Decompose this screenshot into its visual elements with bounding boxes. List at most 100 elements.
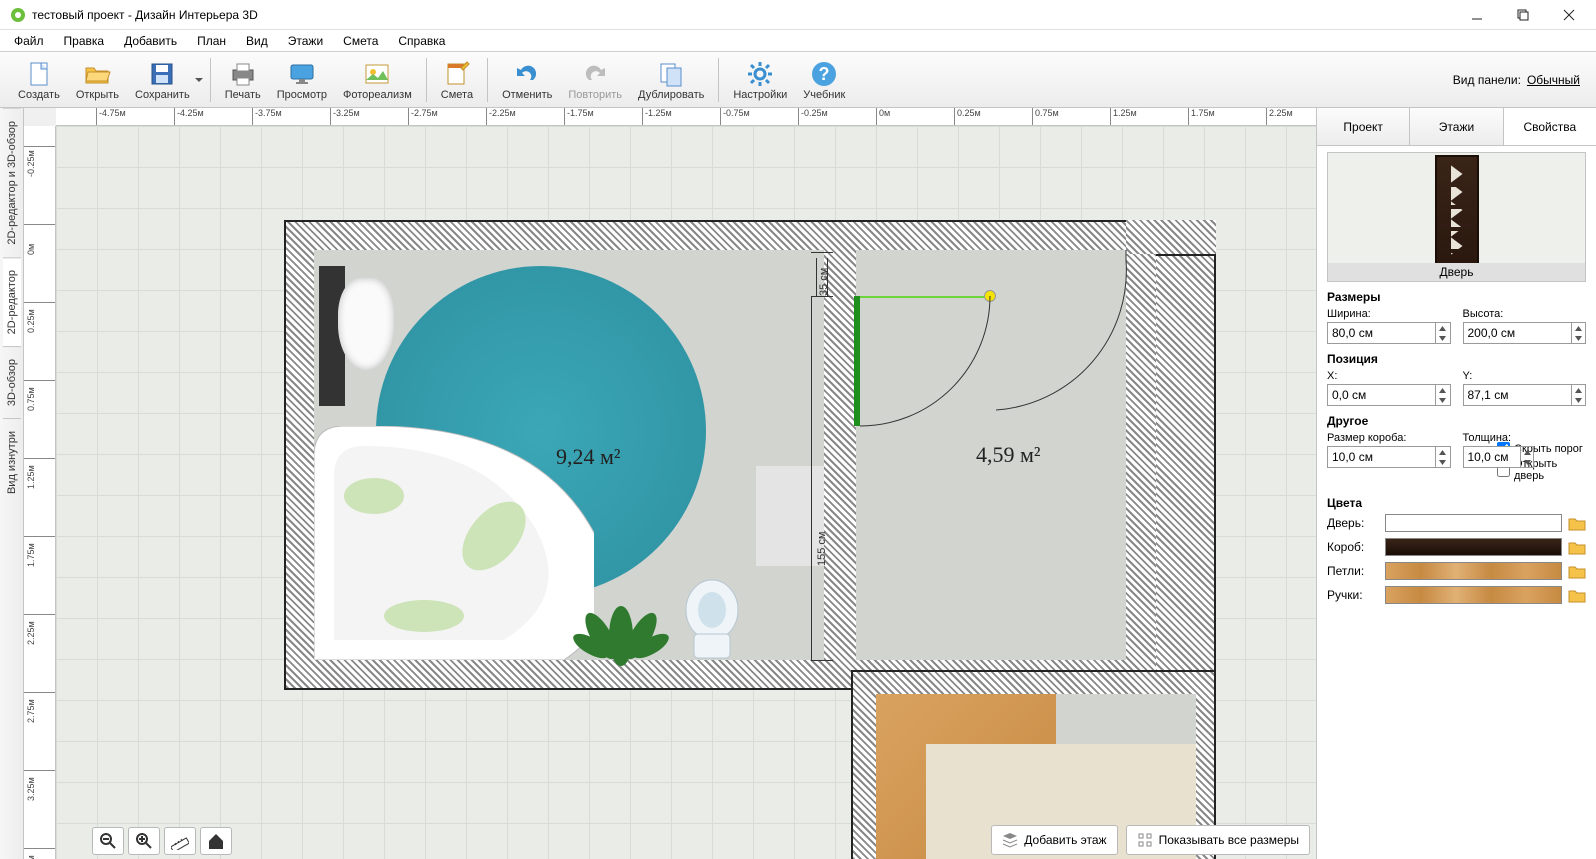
redo-button[interactable]: Повторить xyxy=(560,54,630,106)
color-swatch-handle[interactable] xyxy=(1385,586,1562,604)
door-preview-caption: Дверь xyxy=(1328,263,1585,281)
color-row-handle: Ручки: xyxy=(1327,586,1586,604)
color-swatch-frame[interactable] xyxy=(1385,538,1562,556)
menu-help[interactable]: Справка xyxy=(388,32,455,50)
spin-down[interactable] xyxy=(1436,333,1449,343)
save-button[interactable]: Сохранить xyxy=(127,54,198,106)
color-row-door: Дверь: xyxy=(1327,514,1586,532)
side-tab-3d[interactable]: 3D-обзор xyxy=(3,346,21,418)
side-tab-2d3d[interactable]: 2D-редактор и 3D-обзор xyxy=(3,108,21,257)
new-file-icon xyxy=(25,59,53,89)
frame-label: Размер короба: xyxy=(1327,432,1451,444)
printer-icon xyxy=(229,59,257,89)
toolbar-separator xyxy=(210,58,211,102)
viewport[interactable]: 9,24 м² 4,59 м² 35 см 155 см xyxy=(56,126,1316,859)
thick-label: Толщина: xyxy=(1463,432,1587,444)
y-input[interactable] xyxy=(1463,384,1587,406)
plant[interactable] xyxy=(566,586,676,676)
gear-icon xyxy=(746,59,774,89)
width-label: Ширина: xyxy=(1327,308,1451,320)
undo-button[interactable]: Отменить xyxy=(494,54,560,106)
height-input[interactable] xyxy=(1463,322,1587,344)
y-label: Y: xyxy=(1463,370,1587,382)
frame-input[interactable] xyxy=(1327,446,1451,468)
duplicate-button[interactable]: Дублировать xyxy=(630,54,712,106)
open-button[interactable]: Открыть xyxy=(68,54,127,106)
menu-add[interactable]: Добавить xyxy=(114,32,187,50)
side-tab-inside[interactable]: Вид изнутри xyxy=(3,418,21,506)
x-label: X: xyxy=(1327,370,1451,382)
side-tab-2d[interactable]: 2D-редактор xyxy=(3,257,21,346)
estimate-button[interactable]: Смета xyxy=(433,54,481,106)
bathtub[interactable] xyxy=(314,426,594,660)
zoom-out-button[interactable] xyxy=(92,827,124,855)
folder-open-icon xyxy=(83,59,111,89)
folder-icon[interactable] xyxy=(1568,587,1586,603)
print-button[interactable]: Печать xyxy=(217,54,269,106)
save-dropdown[interactable] xyxy=(194,52,204,107)
preview-button[interactable]: Просмотр xyxy=(269,54,335,106)
dims-icon xyxy=(1137,832,1153,848)
add-floor-button[interactable]: Добавить этаж xyxy=(991,825,1117,855)
ruler-horizontal: -4.75м-4.25м-3.75м-3.25м-2.75м-2.25м-1.7… xyxy=(56,108,1316,126)
shelf[interactable] xyxy=(756,466,824,566)
menubar: Файл Правка Добавить План Вид Этажи Смет… xyxy=(0,30,1596,52)
toilet[interactable] xyxy=(684,578,740,660)
menu-edit[interactable]: Правка xyxy=(54,32,115,50)
folder-icon[interactable] xyxy=(1568,563,1586,579)
create-button[interactable]: Создать xyxy=(10,54,68,106)
rp-tab-props[interactable]: Свойства xyxy=(1504,108,1596,145)
door-preview: Дверь xyxy=(1327,152,1586,282)
width-input[interactable] xyxy=(1327,322,1451,344)
menu-file[interactable]: Файл xyxy=(4,32,54,50)
photoreal-button[interactable]: Фотореализм xyxy=(335,54,420,106)
canvas-area: -4.75м-4.25м-3.75м-3.25м-2.75м-2.25м-1.7… xyxy=(24,108,1316,859)
bottom-tools xyxy=(92,827,232,855)
x-input[interactable] xyxy=(1327,384,1451,406)
tutorial-button[interactable]: ? Учебник xyxy=(795,54,853,106)
right-panel: Проект Этажи Свойства Дверь Размеры Шири… xyxy=(1316,108,1596,859)
picture-icon xyxy=(363,59,391,89)
dim-155: 155 см xyxy=(816,426,828,566)
door-preview-image xyxy=(1435,155,1479,265)
thick-input[interactable] xyxy=(1463,446,1535,468)
menu-floors[interactable]: Этажи xyxy=(278,32,333,50)
spin-up[interactable] xyxy=(1436,323,1449,333)
colors-heading: Цвета xyxy=(1327,496,1586,510)
show-all-dims-button[interactable]: Показывать все размеры xyxy=(1126,825,1310,855)
monitor-icon xyxy=(288,59,316,89)
rp-tab-floors[interactable]: Этажи xyxy=(1410,108,1503,145)
close-button[interactable] xyxy=(1546,0,1592,30)
rp-tab-project[interactable]: Проект xyxy=(1317,108,1410,145)
position-heading: Позиция xyxy=(1327,352,1586,366)
minimize-button[interactable] xyxy=(1454,0,1500,30)
panel-mode-link[interactable]: Обычный xyxy=(1527,73,1580,87)
side-tabs: 2D-редактор и 3D-обзор 2D-редактор 3D-об… xyxy=(0,108,24,859)
measure-button[interactable] xyxy=(164,827,196,855)
other-heading: Другое xyxy=(1327,414,1586,428)
color-swatch-door[interactable] xyxy=(1385,514,1562,532)
dim-35: 35 см xyxy=(816,258,828,296)
bottom-buttons: Добавить этаж Показывать все размеры xyxy=(991,825,1310,855)
folder-icon[interactable] xyxy=(1568,539,1586,555)
height-label: Высота: xyxy=(1463,308,1587,320)
menu-plan[interactable]: План xyxy=(187,32,236,50)
sink[interactable] xyxy=(338,278,394,370)
door-arc-2 xyxy=(996,250,1156,430)
zoom-in-button[interactable] xyxy=(128,827,160,855)
window-title: тестовый проект - Дизайн Интерьера 3D xyxy=(32,8,1454,22)
menu-view[interactable]: Вид xyxy=(236,32,278,50)
menu-estimate[interactable]: Смета xyxy=(333,32,388,50)
home-button[interactable] xyxy=(200,827,232,855)
color-swatch-hinge[interactable] xyxy=(1385,562,1562,580)
toolbar-separator xyxy=(718,58,719,102)
svg-text:?: ? xyxy=(819,64,830,84)
toolbar-separator xyxy=(487,58,488,102)
settings-button[interactable]: Настройки xyxy=(725,54,795,106)
save-icon xyxy=(148,59,176,89)
area-label-a: 9,24 м² xyxy=(556,444,621,470)
toolbar: Создать Открыть Сохранить Печать Просмот… xyxy=(0,52,1596,108)
maximize-button[interactable] xyxy=(1500,0,1546,30)
toolbar-separator xyxy=(426,58,427,102)
folder-icon[interactable] xyxy=(1568,515,1586,531)
